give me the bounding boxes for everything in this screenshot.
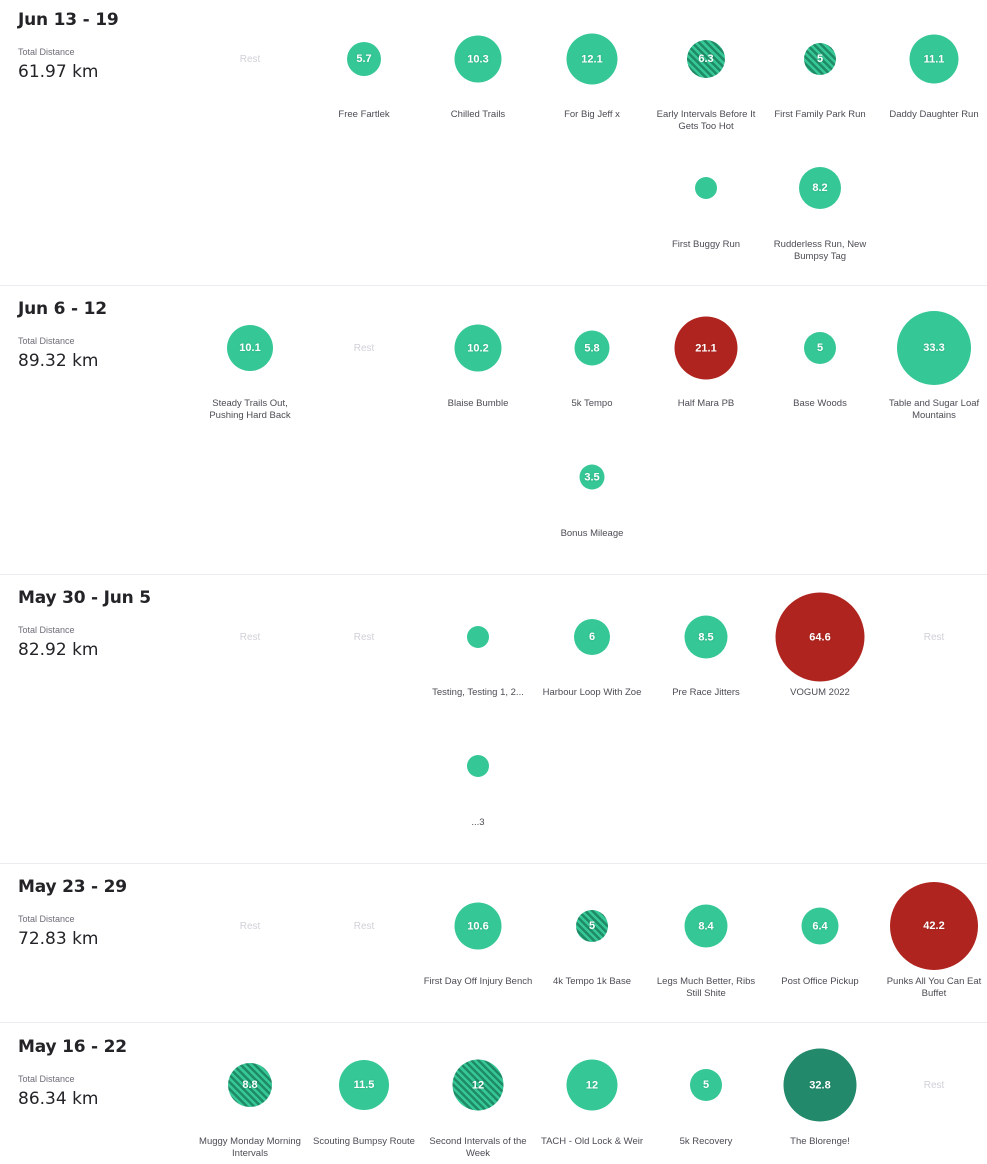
activity-bubble[interactable]: 8.4 xyxy=(684,904,728,948)
week-title: Jun 6 - 12 xyxy=(18,299,107,319)
activity-title[interactable]: Post Office Pickup xyxy=(764,976,876,988)
total-distance-label: Total Distance xyxy=(18,1074,75,1084)
activity-bubble[interactable]: 10.1 xyxy=(227,325,273,371)
week-jun-6-12: Jun 6 - 12 Total Distance 89.32 km 10.1 … xyxy=(0,289,987,574)
rest-day: Rest xyxy=(353,343,375,354)
activity-title[interactable]: Legs Much Better, Ribs Still Shite xyxy=(650,976,762,1000)
week-jun-13-19: Jun 13 - 19 Total Distance 61.97 km Rest… xyxy=(0,0,987,285)
activity-bubble[interactable]: 64.6 xyxy=(775,592,865,682)
activity-bubble[interactable]: 3.5 xyxy=(579,464,605,490)
activity-title[interactable]: First Buggy Run xyxy=(650,239,762,251)
activity-title[interactable]: Bonus Mileage xyxy=(536,528,648,540)
activity-title[interactable]: Free Fartlek xyxy=(308,109,420,121)
activity-bubble[interactable]: 10.6 xyxy=(454,902,502,950)
total-distance-label: Total Distance xyxy=(18,336,75,346)
activity-bubble[interactable]: 11.5 xyxy=(339,1060,389,1110)
total-distance-value: 86.34 km xyxy=(18,1089,99,1109)
activity-bubble[interactable]: 6.3 xyxy=(687,40,725,78)
activity-title[interactable]: Steady Trails Out, Pushing Hard Back xyxy=(194,398,306,422)
activity-bubble[interactable]: 12 xyxy=(566,1059,618,1111)
activity-title[interactable]: Daddy Daughter Run xyxy=(878,109,987,121)
rest-day: Rest xyxy=(353,632,375,643)
activity-bubble[interactable]: 5 xyxy=(576,910,608,942)
activity-title[interactable]: Blaise Bumble xyxy=(422,398,534,410)
week-title: May 23 - 29 xyxy=(18,877,127,897)
activity-bubble[interactable]: 12 xyxy=(452,1059,504,1111)
rest-day: Rest xyxy=(353,921,375,932)
activity-bubble[interactable] xyxy=(467,626,489,648)
total-distance-label: Total Distance xyxy=(18,914,75,924)
activity-bubble[interactable] xyxy=(695,177,717,199)
total-distance-value: 61.97 km xyxy=(18,62,99,82)
rest-day: Rest xyxy=(239,632,261,643)
activity-bubble[interactable]: 5 xyxy=(804,43,836,75)
week-divider xyxy=(0,285,987,286)
rest-day: Rest xyxy=(239,921,261,932)
activity-title[interactable]: First Day Off Injury Bench xyxy=(422,976,534,988)
activity-bubble[interactable]: 6.4 xyxy=(801,907,839,945)
activity-title[interactable]: Chilled Trails xyxy=(422,109,534,121)
week-may-30-jun-5: May 30 - Jun 5 Total Distance 82.92 km R… xyxy=(0,578,987,863)
activity-title[interactable]: Second Intervals of the Week xyxy=(422,1136,534,1160)
rest-day: Rest xyxy=(923,1080,945,1091)
total-distance-value: 82.92 km xyxy=(18,640,99,660)
activity-title[interactable]: VOGUM 2022 xyxy=(764,687,876,699)
activity-bubble[interactable]: 33.3 xyxy=(897,311,971,385)
activity-bubble[interactable]: 8.2 xyxy=(799,167,841,209)
activity-bubble[interactable]: 8.5 xyxy=(684,615,728,659)
activity-bubble[interactable]: 11.1 xyxy=(909,34,959,84)
activity-bubble[interactable]: 5.7 xyxy=(347,42,381,76)
activity-title[interactable]: Muggy Monday Morning Intervals xyxy=(194,1136,306,1160)
activity-title[interactable]: The Blorenge! xyxy=(764,1136,876,1148)
activity-title[interactable]: Base Woods xyxy=(764,398,876,410)
activity-title[interactable]: Scouting Bumpsy Route xyxy=(308,1136,420,1148)
activity-title[interactable]: Pre Race Jitters xyxy=(650,687,762,699)
activity-bubble[interactable]: 10.2 xyxy=(454,324,502,372)
activity-title[interactable]: Early Intervals Before It Gets Too Hot xyxy=(650,109,762,133)
total-distance-value: 72.83 km xyxy=(18,929,99,949)
week-divider xyxy=(0,574,987,575)
total-distance-value: 89.32 km xyxy=(18,351,99,371)
rest-day: Rest xyxy=(923,632,945,643)
rest-day: Rest xyxy=(239,54,261,65)
activity-bubble[interactable]: 42.2 xyxy=(890,882,978,970)
activity-title[interactable]: Testing, Testing 1, 2... xyxy=(422,687,534,699)
activity-bubble[interactable] xyxy=(467,755,489,777)
week-title: Jun 13 - 19 xyxy=(18,10,119,30)
activity-title[interactable]: 5k Tempo xyxy=(536,398,648,410)
week-divider xyxy=(0,863,987,864)
activity-title[interactable]: ...3 xyxy=(422,817,534,829)
activity-bubble[interactable]: 5 xyxy=(804,332,836,364)
week-divider xyxy=(0,1022,987,1023)
activity-bubble[interactable]: 32.8 xyxy=(783,1048,857,1122)
total-distance-label: Total Distance xyxy=(18,625,75,635)
total-distance-label: Total Distance xyxy=(18,47,75,57)
week-title: May 30 - Jun 5 xyxy=(18,588,151,608)
activity-bubble[interactable]: 8.8 xyxy=(228,1063,272,1107)
activity-bubble[interactable]: 5 xyxy=(690,1069,722,1101)
activity-bubble[interactable]: 12.1 xyxy=(566,33,618,85)
activity-title[interactable]: Punks All You Can Eat Buffet xyxy=(878,976,987,1000)
activity-title[interactable]: For Big Jeff x xyxy=(536,109,648,121)
activity-title[interactable]: Harbour Loop With Zoe xyxy=(536,687,648,699)
activity-bubble[interactable]: 5.8 xyxy=(574,330,610,366)
activity-title[interactable]: Rudderless Run, New Bumpsy Tag xyxy=(764,239,876,263)
week-title: May 16 - 22 xyxy=(18,1037,127,1057)
activity-bubble[interactable]: 21.1 xyxy=(674,316,738,380)
activity-title[interactable]: Half Mara PB xyxy=(650,398,762,410)
activity-title[interactable]: 5k Recovery xyxy=(650,1136,762,1148)
activity-title[interactable]: First Family Park Run xyxy=(764,109,876,121)
activity-title[interactable]: TACH - Old Lock & Weir xyxy=(536,1136,648,1148)
activity-title[interactable]: Table and Sugar Loaf Mountains xyxy=(878,398,987,422)
activity-bubble[interactable]: 10.3 xyxy=(454,35,502,83)
week-may-16-22: May 16 - 22 Total Distance 86.34 km 8.8 … xyxy=(0,1027,987,1164)
activity-title[interactable]: 4k Tempo 1k Base xyxy=(536,976,648,988)
week-may-23-29: May 23 - 29 Total Distance 72.83 km Rest… xyxy=(0,867,987,1022)
activity-bubble[interactable]: 6 xyxy=(574,619,610,655)
